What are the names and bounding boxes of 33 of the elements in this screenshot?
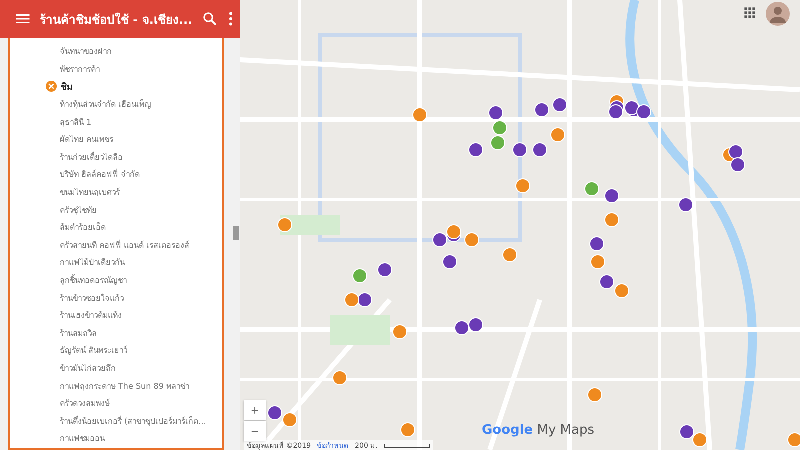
place-item[interactable]: ขนมไทยนฤเบศวร์ — [60, 186, 120, 200]
place-item[interactable]: ผัดไทย คนเพชร — [60, 133, 114, 146]
scrollbar-thumb[interactable] — [233, 226, 239, 240]
category-label[interactable]: ชิม — [61, 80, 73, 94]
place-item[interactable]: ธัญรัตน์ สันพระเยาว์ — [60, 344, 128, 358]
place-item[interactable]: บริษัท ฮิลล์คอฟฟี่ จำกัด — [60, 168, 140, 182]
zoom-out-button[interactable]: − — [244, 421, 266, 441]
my-maps-logo: Google My Maps — [482, 423, 595, 438]
avatar-icon[interactable] — [766, 2, 790, 26]
place-item[interactable]: ครัวสายนที คอฟฟี่ แอนด์ เรสเตอรองส์ — [60, 238, 190, 252]
place-item[interactable]: ครัวชุ่ไชทัย — [60, 204, 97, 217]
place-item[interactable]: กาแฟไม้ป่าเดียวกัน — [60, 256, 125, 270]
place-item[interactable]: ห้างหุ้นส่วนจำกัด เฮือนเพ็ญ — [60, 98, 152, 112]
search-icon[interactable] — [200, 10, 219, 28]
apps-grid-icon[interactable] — [744, 7, 756, 19]
place-item[interactable]: กาแฟชมออน — [60, 432, 105, 446]
place-item[interactable]: พัชราการค้า — [60, 62, 100, 76]
place-item[interactable]: กาแฟถุงกระดาษ The Sun 89 พลาซ่า — [60, 380, 190, 393]
place-item[interactable]: สุธาสินี 1 — [60, 116, 92, 129]
place-item[interactable]: จันทนาของฝาก — [60, 45, 112, 58]
place-item[interactable]: ลูกชิ้นทอดอรณัญชา — [60, 274, 127, 288]
place-item[interactable]: ครัวดวงสมพงษ์ — [60, 397, 110, 410]
more-options-icon[interactable] — [226, 10, 235, 28]
place-item[interactable]: ร้านข้าวซอยใจแก้ว — [60, 292, 124, 305]
place-item[interactable]: ร้านตึ๋งน้อยเบเกอรี่ (สาขาซุปเปอร์มาร์เก็ต... — [60, 414, 206, 428]
scale-bar — [384, 444, 430, 448]
place-item[interactable]: ส้มตำร้อยเอ็ด — [60, 221, 106, 234]
place-item[interactable]: ข้าวมันไก่สวยถึก — [60, 362, 116, 375]
place-item[interactable]: ร้านสมถวิล — [60, 326, 97, 340]
place-item[interactable]: ร้านเฮงข้าวต้มแห้ง — [60, 309, 122, 322]
zoom-in-button[interactable]: + — [244, 400, 266, 420]
map-title: ร้านค้าชิมช้อปใช้ - จ.เชียง... — [40, 12, 193, 28]
place-item[interactable]: ร้านก๋วยเตี๋ยวไดลือ — [60, 150, 123, 164]
